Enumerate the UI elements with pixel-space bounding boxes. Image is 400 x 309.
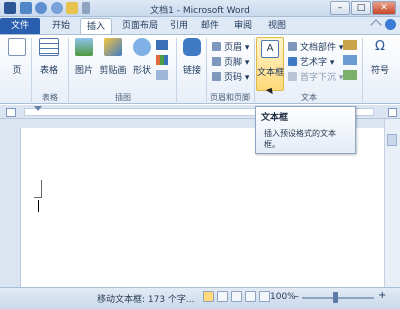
group-separator bbox=[68, 38, 69, 102]
picture-button[interactable]: 图片 bbox=[71, 38, 97, 90]
maximize-button[interactable]: □ bbox=[351, 1, 371, 15]
quick-parts-icon bbox=[288, 42, 297, 51]
wordart-icon bbox=[288, 57, 297, 66]
zoom-slider[interactable] bbox=[302, 297, 374, 299]
dropcap-button[interactable]: 首字下沉 ▾ bbox=[288, 70, 343, 83]
links-label: 链接 bbox=[182, 66, 201, 76]
footer-label: 页脚 bbox=[224, 58, 243, 68]
pages-label: 页 bbox=[12, 66, 22, 76]
tab-references[interactable]: 引用 bbox=[166, 18, 192, 34]
dropcap-label: 首字下沉 bbox=[300, 73, 337, 83]
page-icon bbox=[8, 38, 26, 56]
group-label-table: 表格 bbox=[42, 93, 58, 102]
textbox-button[interactable]: A 文本框 bbox=[256, 37, 284, 91]
table-icon bbox=[39, 38, 59, 56]
full-screen-reading-icon[interactable] bbox=[217, 291, 228, 302]
tab-page-layout[interactable]: 页面布局 bbox=[116, 18, 164, 34]
textbox-icon: A bbox=[261, 40, 279, 58]
group-separator bbox=[362, 38, 363, 102]
zoom-level[interactable]: 100% bbox=[270, 292, 296, 302]
group-label-header-footer: 页眉和页脚 bbox=[210, 93, 250, 102]
wordart-button[interactable]: 艺术字 ▾ bbox=[288, 55, 334, 68]
header-button[interactable]: 页眉 ▾ bbox=[212, 40, 249, 53]
tooltip-desc-line2: 框。 bbox=[264, 140, 280, 149]
smartart-icon[interactable] bbox=[156, 40, 168, 50]
screenshot-icon[interactable] bbox=[156, 70, 168, 80]
links-button[interactable]: 链接 bbox=[180, 38, 204, 90]
header-label: 页眉 bbox=[224, 43, 243, 53]
wordart-label: 艺术字 bbox=[300, 58, 328, 68]
tooltip-desc-line1: 插入预设格式的文本 bbox=[264, 129, 336, 138]
tab-view[interactable]: 视图 bbox=[262, 18, 292, 34]
pages-button[interactable]: 页 bbox=[5, 38, 29, 90]
tab-review[interactable]: 审阅 bbox=[228, 18, 258, 34]
picture-label: 图片 bbox=[74, 66, 93, 76]
draft-view-icon[interactable] bbox=[259, 291, 270, 302]
textbox-tooltip: 文本框 插入预设格式的文本 框。 bbox=[255, 106, 356, 154]
signature-line-icon[interactable] bbox=[343, 40, 357, 50]
zoom-out-button[interactable]: – bbox=[294, 291, 299, 302]
page-number-label: 页码 bbox=[224, 73, 243, 83]
view-ruler-icon[interactable] bbox=[388, 108, 397, 117]
textbox-label: 文本框 bbox=[257, 68, 285, 78]
footer-icon bbox=[212, 57, 221, 66]
omega-icon: Ω bbox=[375, 39, 385, 54]
group-label-illustrations: 插图 bbox=[115, 93, 131, 102]
tab-file[interactable]: 文件 bbox=[0, 18, 40, 34]
page-number-button[interactable]: 页码 ▾ bbox=[212, 70, 249, 83]
footer-button[interactable]: 页脚 ▾ bbox=[212, 55, 249, 68]
tab-mailings[interactable]: 邮件 bbox=[197, 18, 223, 34]
object-icon[interactable] bbox=[343, 70, 357, 80]
header-icon bbox=[212, 42, 221, 51]
clipart-button[interactable]: 剪贴画 bbox=[98, 38, 128, 90]
tooltip-description: 插入预设格式的文本 框。 bbox=[261, 128, 350, 150]
indent-marker-icon[interactable] bbox=[34, 106, 42, 111]
zoom-in-button[interactable]: + bbox=[378, 290, 386, 301]
date-time-icon[interactable] bbox=[343, 55, 357, 65]
text-cursor bbox=[38, 200, 39, 212]
outline-view-icon[interactable] bbox=[245, 291, 256, 302]
shapes-button[interactable]: 形状 bbox=[130, 38, 154, 90]
scroll-thumb[interactable] bbox=[387, 134, 397, 146]
zoom-slider-thumb[interactable] bbox=[333, 292, 338, 303]
picture-icon bbox=[75, 38, 93, 56]
tab-home[interactable]: 开始 bbox=[45, 18, 77, 34]
symbol-button[interactable]: Ω 符号 bbox=[366, 38, 394, 90]
status-message: 移动文本框: 173 个字... bbox=[97, 295, 195, 305]
dropcap-icon bbox=[288, 72, 297, 81]
web-layout-icon[interactable] bbox=[231, 291, 242, 302]
link-icon bbox=[183, 38, 201, 56]
margin-corner-mark bbox=[34, 180, 42, 198]
tooltip-title: 文本框 bbox=[261, 113, 289, 123]
page-number-icon bbox=[212, 72, 221, 81]
tab-selector-icon[interactable] bbox=[6, 108, 16, 117]
group-label-text: 文本 bbox=[301, 93, 317, 102]
chart-icon[interactable] bbox=[156, 55, 168, 65]
group-separator bbox=[176, 38, 177, 102]
table-label: 表格 bbox=[39, 66, 58, 76]
quick-parts-label: 文档部件 bbox=[300, 43, 337, 53]
help-icon[interactable] bbox=[385, 19, 396, 30]
shapes-label: 形状 bbox=[132, 66, 151, 76]
minimize-button[interactable]: – bbox=[330, 1, 350, 15]
group-separator bbox=[254, 38, 255, 102]
clipart-label: 剪贴画 bbox=[99, 66, 127, 76]
symbol-label: 符号 bbox=[370, 66, 389, 76]
quick-parts-button[interactable]: 文档部件 ▾ bbox=[288, 40, 343, 53]
group-separator bbox=[31, 38, 32, 102]
clipart-icon bbox=[104, 38, 122, 56]
table-button[interactable]: 表格 bbox=[36, 38, 62, 90]
tab-insert[interactable]: 插入 bbox=[80, 18, 112, 34]
close-button[interactable]: ✕ bbox=[372, 1, 396, 15]
shapes-icon bbox=[133, 38, 151, 56]
print-layout-icon[interactable] bbox=[203, 291, 214, 302]
